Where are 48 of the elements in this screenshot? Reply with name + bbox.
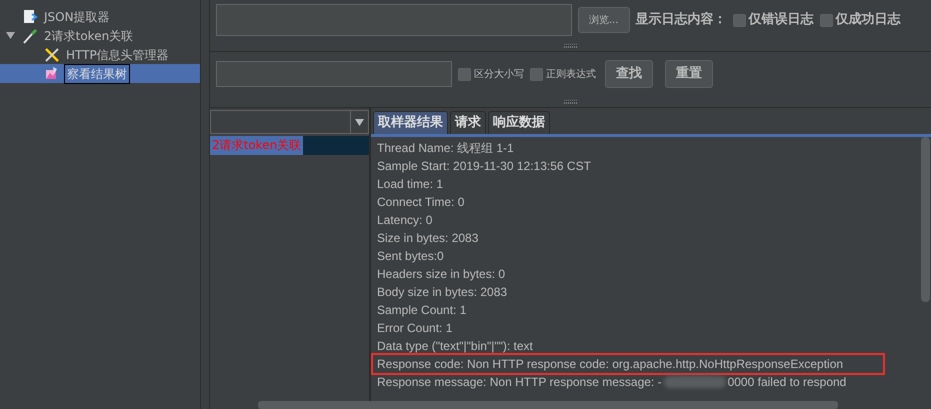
tree-item[interactable]: 2请求token关联 <box>42 26 136 44</box>
result-line: Data type ("text"|"bin"|""): text <box>377 338 534 354</box>
checkbox[interactable] <box>732 14 746 26</box>
checkbox-label: 仅成功日志 <box>836 10 901 30</box>
result-line: Headers size in bytes: 0 <box>377 266 506 282</box>
pipette-icon <box>22 28 38 44</box>
scrollbar-thumb[interactable] <box>258 401 838 409</box>
tree-item[interactable]: JSON提取器 <box>42 8 112 26</box>
tree-item[interactable]: 察看结果树 <box>64 64 130 84</box>
result-line: 0000 failed to respond <box>728 374 846 390</box>
result-line: Error Count: 1 <box>377 320 454 336</box>
result-line: Thread Name: 线程组 1-1 <box>377 140 515 156</box>
result-line: Sample Start: 2019-11-30 12:13:56 CST <box>377 158 592 174</box>
document-icon <box>22 8 38 24</box>
tab[interactable]: 请求 <box>450 111 486 134</box>
result-line: Load time: 1 <box>377 176 444 192</box>
checkbox-label: 仅错误日志 <box>748 10 814 30</box>
checkbox-label: 区分大小写 <box>474 68 524 82</box>
scrollbar-thumb[interactable] <box>920 136 930 302</box>
result-line: Sample Count: 1 <box>377 302 468 318</box>
show-log-label: 显示日志内容： <box>636 10 727 30</box>
search-field[interactable] <box>216 61 452 87</box>
grip-icon[interactable] <box>564 100 578 104</box>
find-button[interactable]: 查找 <box>605 60 653 88</box>
result-line: Latency: 0 <box>377 212 434 228</box>
checkbox[interactable] <box>820 14 833 26</box>
result-line: Body size in bytes: 2083 <box>377 284 508 300</box>
grip-icon[interactable] <box>564 44 578 48</box>
tab[interactable]: 取样器结果 <box>373 111 448 134</box>
redaction-blur <box>664 376 726 388</box>
browse-button[interactable]: 浏览... <box>578 7 630 33</box>
file-path-field[interactable] <box>216 4 572 36</box>
result-line: Size in bytes: 2083 <box>377 230 480 246</box>
result-line: Response code: Non HTTP response code: org.apache.http.NoHttpResponseException <box>373 354 883 372</box>
result-line: Sent bytes:0 <box>377 248 445 264</box>
reset-button[interactable]: 重置 <box>665 60 713 88</box>
tree-item-highlight[interactable]: 察看结果树 <box>0 64 200 83</box>
dropdown-arrow-icon[interactable] <box>355 118 364 126</box>
tree-item[interactable]: HTTP信息头管理器 <box>64 46 171 64</box>
chart-icon <box>44 66 60 82</box>
checkbox[interactable] <box>458 68 471 80</box>
checkbox-label: 正则表达式 <box>546 68 596 82</box>
checkbox[interactable] <box>530 68 543 80</box>
tab[interactable]: 响应数据 <box>488 111 550 134</box>
result-line: Response message: Non HTTP response message: - <box>377 374 662 390</box>
collapse-arrow-icon[interactable] <box>6 31 15 40</box>
result-line: Connect Time: 0 <box>377 194 466 210</box>
tools-icon <box>44 46 60 62</box>
